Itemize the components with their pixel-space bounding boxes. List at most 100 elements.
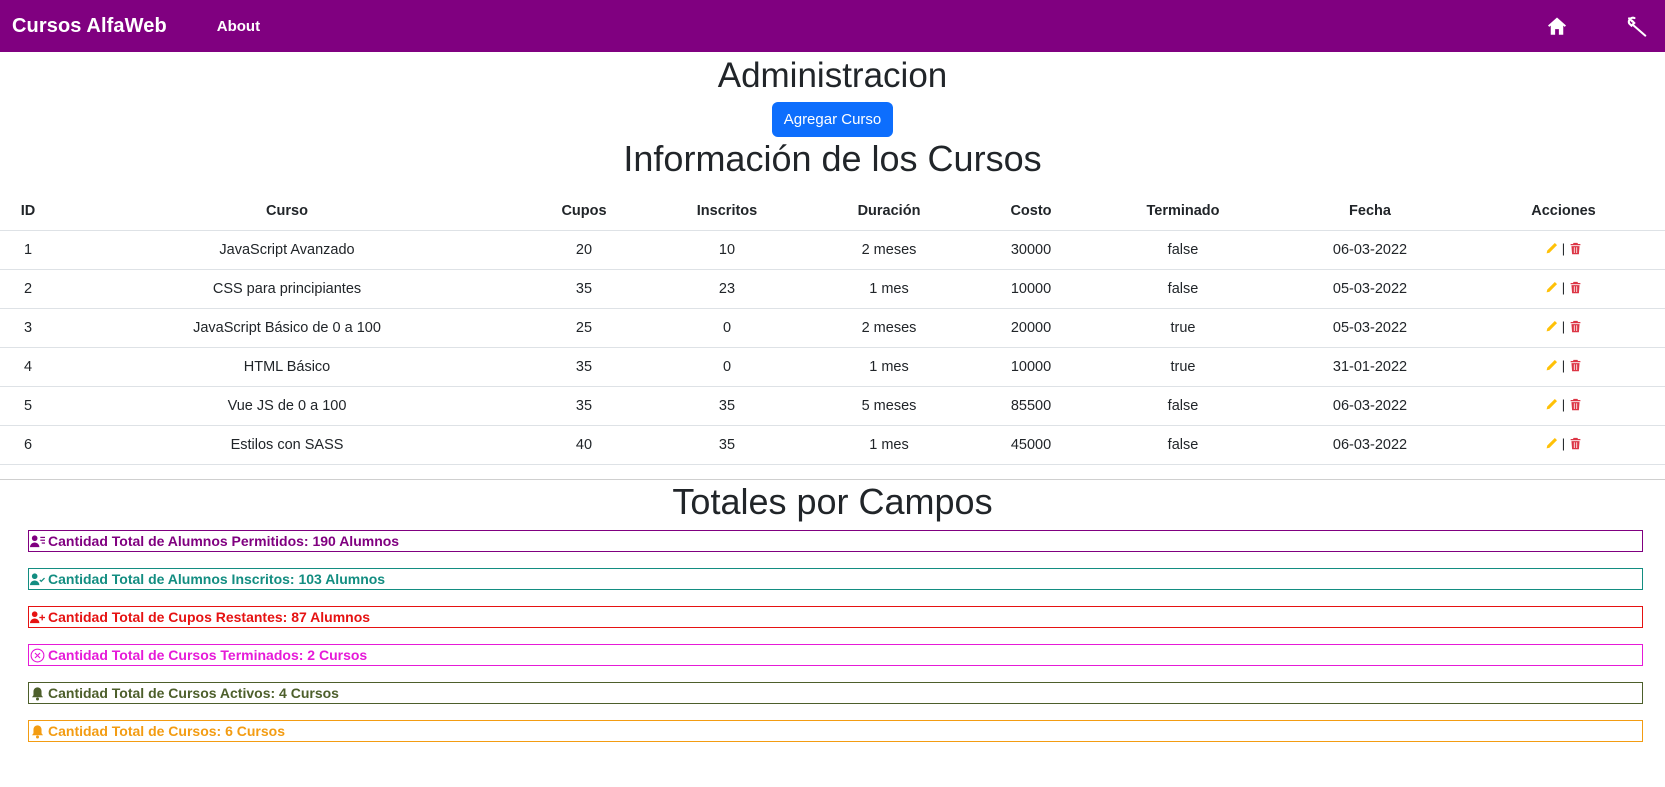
trash-icon[interactable] xyxy=(1569,320,1582,333)
table-row: 6 Estilos con SASS 40 35 1 mes 45000 fal… xyxy=(0,425,1665,465)
header-costo: Costo xyxy=(974,191,1088,231)
table-row: 2 CSS para principiantes 35 23 1 mes 100… xyxy=(0,269,1665,309)
wrench-icon[interactable] xyxy=(1625,14,1649,38)
header-terminado: Terminado xyxy=(1088,191,1278,231)
cell-terminado: true xyxy=(1088,308,1278,348)
cell-costo: 10000 xyxy=(974,269,1088,309)
cell-duracion: 5 meses xyxy=(804,386,974,426)
cell-inscritos: 0 xyxy=(650,308,804,348)
cell-curso: CSS para principiantes xyxy=(56,269,518,309)
header-duracion: Duración xyxy=(804,191,974,231)
cell-duracion: 1 mes xyxy=(804,347,974,387)
cell-terminado: false xyxy=(1088,269,1278,309)
total-courses: Cantidad Total de Cursos: 6 Cursos xyxy=(28,720,1643,742)
table-row: 1 JavaScript Avanzado 20 10 2 meses 3000… xyxy=(0,230,1665,270)
navbar-right xyxy=(1545,14,1649,38)
navbar: Cursos AlfaWeb About xyxy=(0,0,1665,52)
action-separator: | xyxy=(1561,241,1566,256)
header-acciones: Acciones xyxy=(1462,191,1665,231)
pencil-icon[interactable] xyxy=(1545,359,1558,372)
cell-terminado: false xyxy=(1088,386,1278,426)
row-actions: | xyxy=(1545,280,1582,295)
cell-costo: 10000 xyxy=(974,347,1088,387)
home-icon[interactable] xyxy=(1545,14,1569,38)
cell-costo: 20000 xyxy=(974,308,1088,348)
cell-cupos: 35 xyxy=(518,347,650,387)
row-actions: | xyxy=(1545,319,1582,334)
cell-id: 1 xyxy=(0,230,56,270)
header-id: ID xyxy=(0,191,56,231)
cell-terminado: false xyxy=(1088,230,1278,270)
totals-title: Totales por Campos xyxy=(672,481,993,522)
cell-acciones: | xyxy=(1462,230,1665,270)
person-lines-icon xyxy=(30,534,45,549)
brand-link[interactable]: Cursos AlfaWeb xyxy=(12,15,167,38)
person-check-icon xyxy=(30,572,45,587)
cell-costo: 45000 xyxy=(974,425,1088,465)
trash-icon[interactable] xyxy=(1569,437,1582,450)
cell-inscritos: 35 xyxy=(650,425,804,465)
add-course-button[interactable]: Agregar Curso xyxy=(771,102,894,137)
total-remaining: Cantidad Total de Cupos Restantes: 87 Al… xyxy=(28,606,1643,628)
pencil-icon[interactable] xyxy=(1545,242,1558,255)
total-finished-text: Cantidad Total de Cursos Terminados: 2 C… xyxy=(48,647,368,663)
total-active: Cantidad Total de Cursos Activos: 4 Curs… xyxy=(28,682,1643,704)
total-enrolled: Cantidad Total de Alumnos Inscritos: 103… xyxy=(28,568,1643,590)
pencil-icon[interactable] xyxy=(1545,320,1558,333)
cell-inscritos: 35 xyxy=(650,386,804,426)
row-actions: | xyxy=(1545,358,1582,373)
courses-title: Información de los Cursos xyxy=(623,138,1042,179)
trash-icon[interactable] xyxy=(1569,281,1582,294)
trash-icon[interactable] xyxy=(1569,359,1582,372)
action-separator: | xyxy=(1561,436,1566,451)
header-fecha: Fecha xyxy=(1278,191,1462,231)
pencil-icon[interactable] xyxy=(1545,281,1558,294)
total-permitted-text: Cantidad Total de Alumnos Permitidos: 19… xyxy=(48,533,400,549)
total-permitted: Cantidad Total de Alumnos Permitidos: 19… xyxy=(28,530,1643,552)
bell-icon xyxy=(30,724,45,739)
trash-icon[interactable] xyxy=(1569,242,1582,255)
cell-id: 5 xyxy=(0,386,56,426)
cell-curso: HTML Básico xyxy=(56,347,518,387)
courses-tbody: 1 JavaScript Avanzado 20 10 2 meses 3000… xyxy=(0,230,1665,465)
courses-table: ID Curso Cupos Inscritos Duración Costo … xyxy=(0,191,1665,465)
cell-fecha: 05-03-2022 xyxy=(1278,308,1462,348)
cell-acciones: | xyxy=(1462,386,1665,426)
cell-curso: JavaScript Básico de 0 a 100 xyxy=(56,308,518,348)
action-separator: | xyxy=(1561,397,1566,412)
cell-duracion: 1 mes xyxy=(804,269,974,309)
cell-curso: JavaScript Avanzado xyxy=(56,230,518,270)
cell-inscritos: 23 xyxy=(650,269,804,309)
table-row: 3 JavaScript Básico de 0 a 100 25 0 2 me… xyxy=(0,308,1665,348)
action-separator: | xyxy=(1561,280,1566,295)
cell-terminado: true xyxy=(1088,347,1278,387)
cell-duracion: 1 mes xyxy=(804,425,974,465)
cell-cupos: 35 xyxy=(518,386,650,426)
pencil-icon[interactable] xyxy=(1545,398,1558,411)
table-row: 5 Vue JS de 0 a 100 35 35 5 meses 85500 … xyxy=(0,386,1665,426)
admin-title: Administracion xyxy=(717,56,948,95)
about-link[interactable]: About xyxy=(217,18,260,35)
total-remaining-text: Cantidad Total de Cupos Restantes: 87 Al… xyxy=(48,609,371,625)
action-separator: | xyxy=(1561,358,1566,373)
header-curso: Curso xyxy=(56,191,518,231)
trash-icon[interactable] xyxy=(1569,398,1582,411)
cell-fecha: 06-03-2022 xyxy=(1278,230,1462,270)
total-enrolled-text: Cantidad Total de Alumnos Inscritos: 103… xyxy=(48,571,386,587)
cell-curso: Estilos con SASS xyxy=(56,425,518,465)
pencil-icon[interactable] xyxy=(1545,437,1558,450)
bell-icon xyxy=(30,686,45,701)
action-separator: | xyxy=(1561,319,1566,334)
cell-id: 3 xyxy=(0,308,56,348)
cell-cupos: 25 xyxy=(518,308,650,348)
cell-fecha: 31-01-2022 xyxy=(1278,347,1462,387)
table-row: 4 HTML Básico 35 0 1 mes 10000 true 31-0… xyxy=(0,347,1665,387)
cell-id: 4 xyxy=(0,347,56,387)
cell-acciones: | xyxy=(1462,269,1665,309)
cell-terminado: false xyxy=(1088,425,1278,465)
table-header-row: ID Curso Cupos Inscritos Duración Costo … xyxy=(0,191,1665,231)
cell-costo: 85500 xyxy=(974,386,1088,426)
cell-cupos: 20 xyxy=(518,230,650,270)
cell-fecha: 06-03-2022 xyxy=(1278,386,1462,426)
cell-curso: Vue JS de 0 a 100 xyxy=(56,386,518,426)
